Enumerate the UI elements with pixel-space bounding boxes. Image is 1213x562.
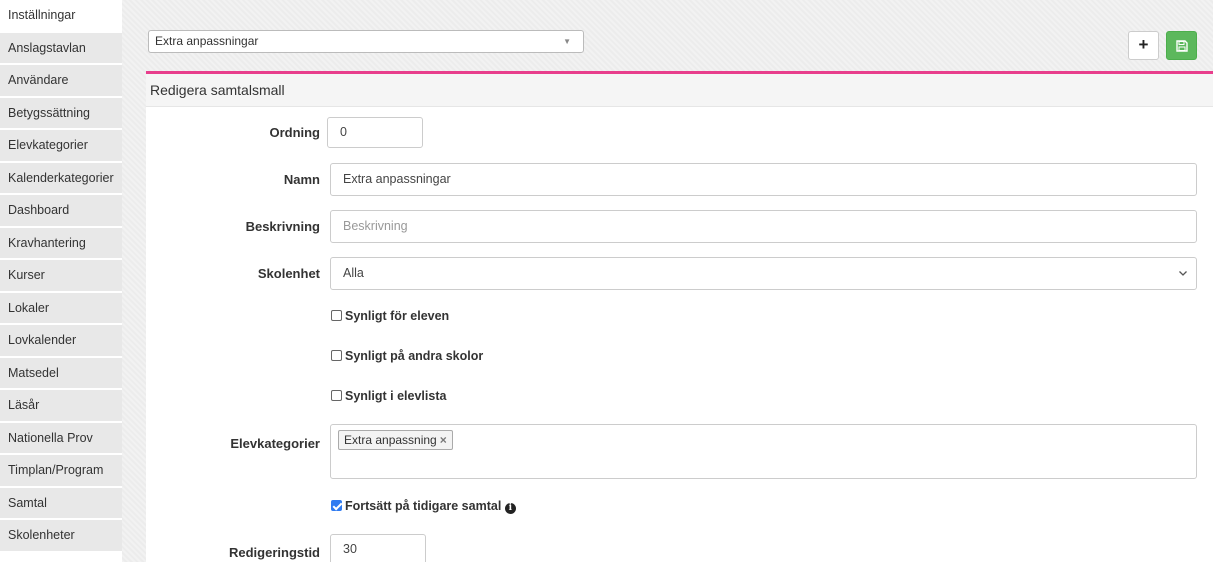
ordning-label: Ordning bbox=[269, 125, 320, 140]
sidebar-item-elevkategorier[interactable]: Elevkategorier bbox=[0, 130, 122, 163]
save-button[interactable] bbox=[1166, 31, 1197, 60]
sidebar-item-betygssattning[interactable]: Betygssättning bbox=[0, 97, 122, 130]
beskrivning-input[interactable]: Beskrivning bbox=[330, 210, 1197, 243]
sidebar-item-anvandare[interactable]: Användare bbox=[0, 65, 122, 98]
sidebar-item-lokaler[interactable]: Lokaler bbox=[0, 292, 122, 325]
elevkategorier-label: Elevkategorier bbox=[230, 436, 320, 451]
synligt-eleven-label: Synligt för eleven bbox=[345, 309, 450, 323]
namn-input[interactable]: Extra anpassningar bbox=[330, 163, 1197, 196]
beskrivning-label: Beskrivning bbox=[245, 219, 320, 234]
floppy-disk-icon bbox=[1176, 40, 1188, 52]
chevron-down-icon bbox=[1179, 271, 1187, 276]
synligt-andra-checkbox[interactable] bbox=[331, 350, 342, 361]
remove-tag-icon[interactable]: × bbox=[440, 433, 447, 447]
fortsatt-row[interactable]: Fortsätt på tidigare samtal i bbox=[331, 499, 516, 514]
namn-label: Namn bbox=[283, 172, 320, 187]
sidebar-item-nationella-prov[interactable]: Nationella Prov bbox=[0, 422, 122, 455]
fortsatt-label: Fortsätt på tidigare samtal bbox=[345, 499, 502, 513]
sidebar-item-matsedel[interactable]: Matsedel bbox=[0, 357, 122, 390]
elevkategori-tag: Extra anpassning × bbox=[338, 430, 453, 450]
sidebar-item-lovkalender[interactable]: Lovkalender bbox=[0, 325, 122, 358]
redigeringstid-value: 30 bbox=[343, 542, 357, 556]
sidebar: Inställningar Anslagstavlan Användare Be… bbox=[0, 0, 122, 562]
skolenhet-value: Alla bbox=[343, 266, 364, 280]
synligt-elevlista-checkbox[interactable] bbox=[331, 390, 342, 401]
sidebar-item-kurser[interactable]: Kurser bbox=[0, 260, 122, 293]
caret-down-icon: ▼ bbox=[563, 37, 571, 46]
skolenhet-select[interactable]: Alla bbox=[330, 257, 1197, 290]
skolenhet-label: Skolenhet bbox=[257, 266, 320, 281]
synligt-andra-row[interactable]: Synligt på andra skolor bbox=[331, 349, 483, 363]
elevkategori-tag-label: Extra anpassning bbox=[344, 433, 437, 447]
synligt-elevlista-label: Synligt i elevlista bbox=[345, 389, 447, 403]
elevkategorier-multiselect[interactable] bbox=[330, 424, 1197, 479]
synligt-eleven-row[interactable]: Synligt för eleven bbox=[331, 309, 449, 323]
synligt-elevlista-row[interactable]: Synligt i elevlista bbox=[331, 389, 446, 403]
sidebar-item-installningar[interactable]: Inställningar bbox=[0, 0, 122, 33]
redigeringstid-label: Redigeringstid bbox=[228, 545, 320, 560]
ordning-input[interactable]: 0 bbox=[327, 117, 423, 148]
sidebar-item-timplan-program[interactable]: Timplan/Program bbox=[0, 455, 122, 488]
template-select[interactable]: Extra anpassningar ▼ bbox=[148, 30, 584, 53]
plus-icon: + bbox=[1138, 35, 1149, 54]
sidebar-item-skolenheter[interactable]: Skolenheter bbox=[0, 520, 122, 553]
ordning-value: 0 bbox=[340, 125, 347, 139]
template-select-value: Extra anpassningar bbox=[155, 34, 259, 48]
synligt-eleven-checkbox[interactable] bbox=[331, 310, 342, 321]
edit-panel: Redigera samtalsmall bbox=[146, 71, 1213, 562]
fortsatt-checkbox[interactable] bbox=[331, 500, 342, 511]
sidebar-item-dashboard[interactable]: Dashboard bbox=[0, 195, 122, 228]
sidebar-item-kravhantering[interactable]: Kravhantering bbox=[0, 227, 122, 260]
info-icon[interactable]: i bbox=[504, 503, 516, 514]
namn-value: Extra anpassningar bbox=[343, 172, 451, 186]
sidebar-item-lasar[interactable]: Läsår bbox=[0, 390, 122, 423]
sidebar-item-samtal[interactable]: Samtal bbox=[0, 487, 122, 520]
redigeringstid-input[interactable]: 30 bbox=[330, 534, 426, 562]
beskrivning-placeholder: Beskrivning bbox=[343, 219, 408, 233]
sidebar-item-kalenderkategorier[interactable]: Kalenderkategorier bbox=[0, 162, 122, 195]
panel-title: Redigera samtalsmall bbox=[146, 74, 1213, 107]
add-button[interactable]: + bbox=[1128, 31, 1159, 60]
sidebar-item-anslagstavlan[interactable]: Anslagstavlan bbox=[0, 32, 122, 65]
synligt-andra-label: Synligt på andra skolor bbox=[345, 349, 484, 363]
